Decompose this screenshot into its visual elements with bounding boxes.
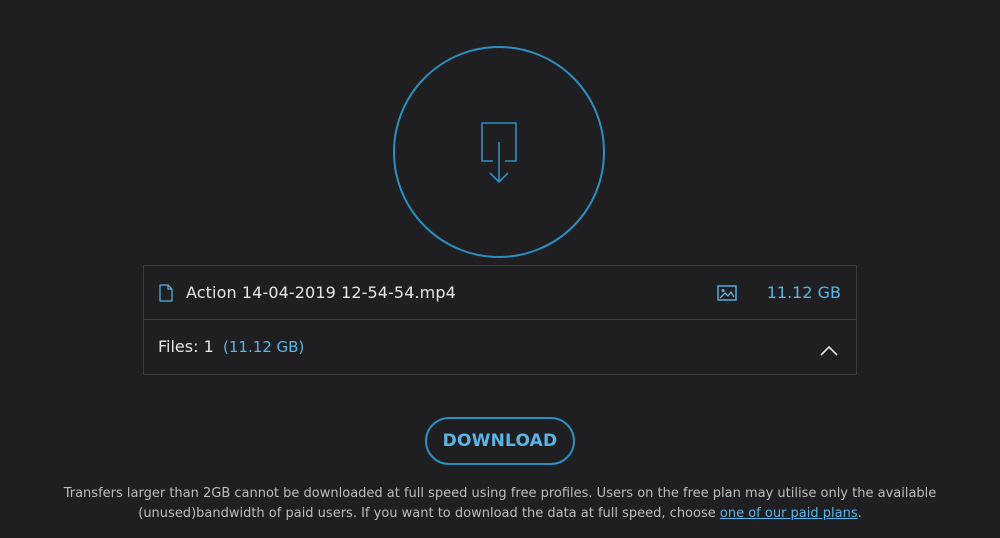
file-icon: [159, 284, 173, 306]
download-circle-button[interactable]: [393, 46, 605, 258]
download-icon: [479, 120, 519, 184]
notice-line-2-text: (unused)bandwidth of paid users. If you …: [138, 506, 720, 521]
file-list-panel: Action 14-04-2019 12-54-54.mp4 11.12 GB …: [143, 265, 857, 375]
files-summary-row: Files: 1 (11.12 GB): [144, 320, 856, 374]
download-page: Action 14-04-2019 12-54-54.mp4 11.12 GB …: [0, 0, 1000, 538]
files-total-size: (11.12 GB): [223, 338, 305, 356]
paid-plans-link[interactable]: one of our paid plans: [720, 506, 858, 521]
file-row[interactable]: Action 14-04-2019 12-54-54.mp4 11.12 GB: [144, 266, 856, 320]
notice-line-1: Transfers larger than 2GB cannot be down…: [63, 486, 937, 501]
chevron-up-icon[interactable]: [820, 341, 838, 360]
file-size: 11.12 GB: [766, 283, 841, 302]
image-preview-icon[interactable]: [717, 285, 737, 305]
free-plan-notice: Transfers larger than 2GB cannot be down…: [20, 484, 980, 524]
file-name: Action 14-04-2019 12-54-54.mp4: [186, 283, 456, 302]
files-count-label: Files: 1: [158, 337, 214, 356]
download-button[interactable]: DOWNLOAD: [425, 417, 575, 465]
notice-line-2-suffix: .: [857, 506, 862, 521]
notice-line-2: (unused)bandwidth of paid users. If you …: [20, 504, 980, 524]
